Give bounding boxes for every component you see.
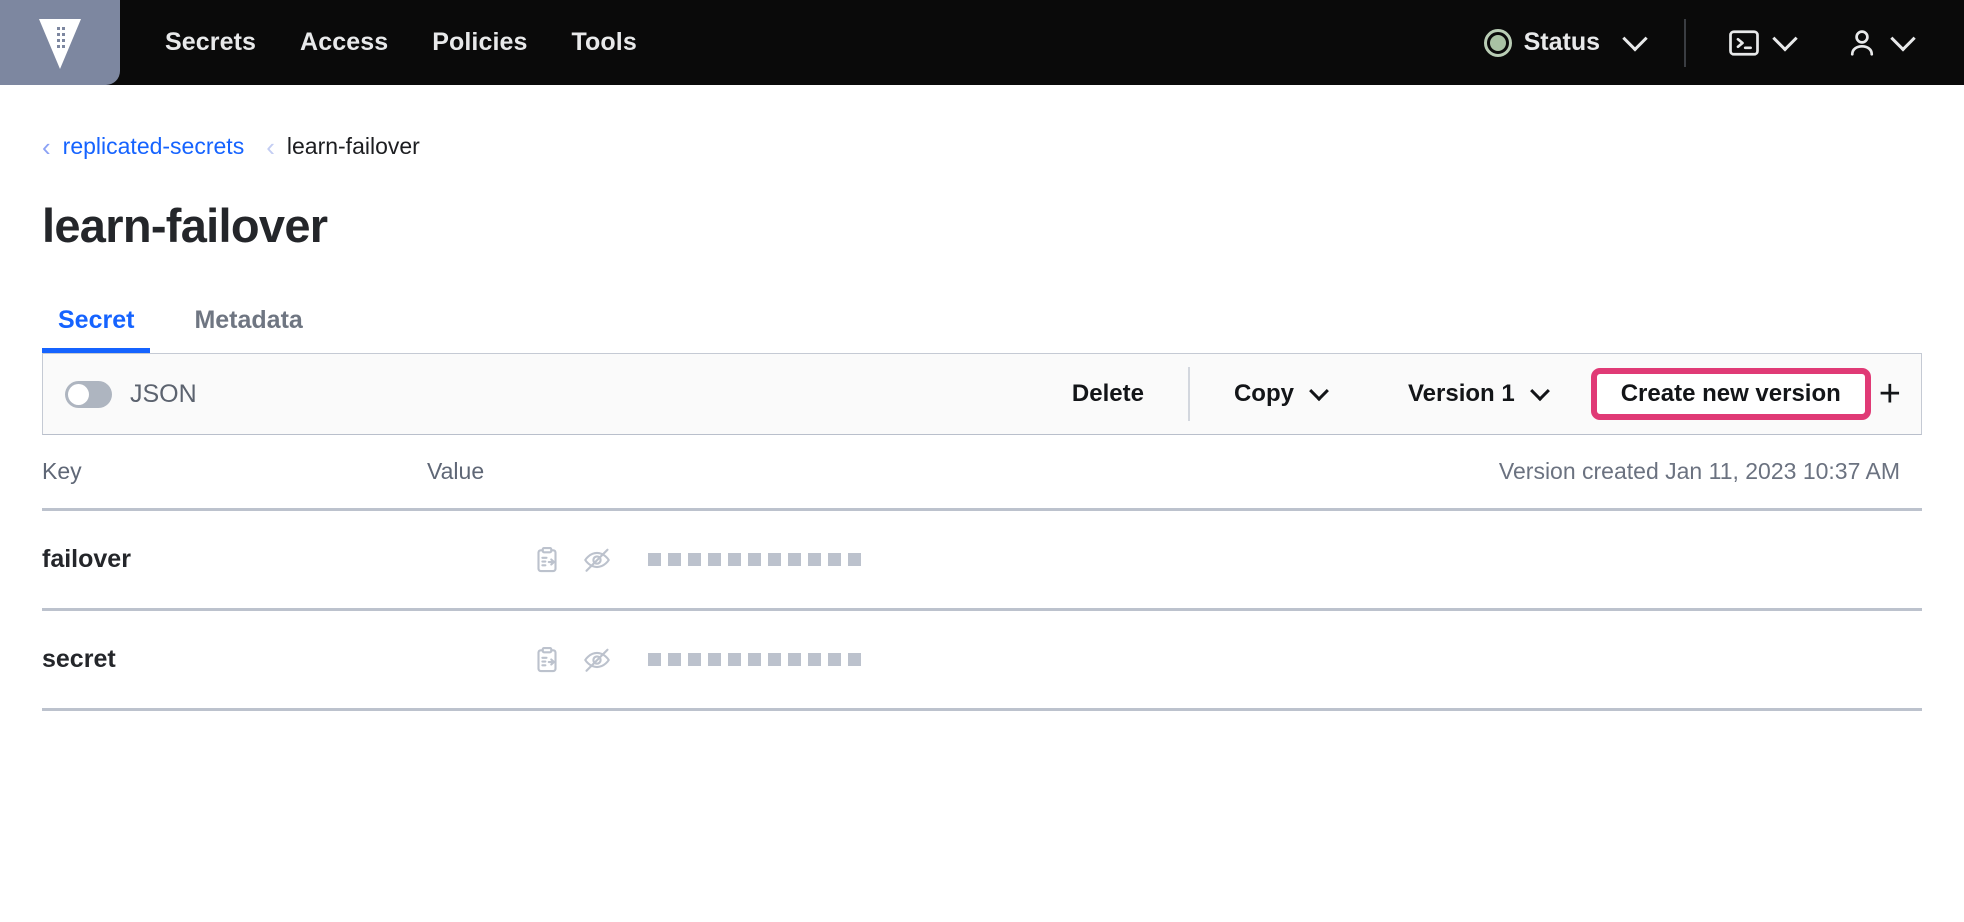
table-header-row: Key Value Version created Jan 11, 2023 1… <box>42 435 1922 511</box>
tab-bar: Secret Metadata <box>42 293 1922 353</box>
breadcrumb-link-replicated-secrets[interactable]: replicated-secrets <box>63 133 245 160</box>
create-new-version-highlight: Create new version <box>1591 368 1871 420</box>
terminal-icon <box>1726 25 1762 61</box>
eye-off-icon[interactable] <box>582 645 612 675</box>
status-indicator-icon <box>1484 29 1512 57</box>
chevron-down-icon <box>1309 381 1329 401</box>
console-toggle-button[interactable] <box>1722 21 1798 65</box>
create-new-version-button[interactable]: Create new version <box>1607 380 1855 408</box>
chevron-down-icon <box>1530 381 1550 401</box>
json-toggle-label: JSON <box>130 380 197 409</box>
table-row: secret <box>42 611 1922 711</box>
tab-secret[interactable]: Secret <box>42 306 150 353</box>
eye-off-icon[interactable] <box>582 545 612 575</box>
chevron-left-icon: ‹ <box>42 134 51 160</box>
chevron-down-icon <box>1622 26 1647 51</box>
vault-logo[interactable] <box>0 0 120 85</box>
masked-value <box>648 653 861 666</box>
column-header-value: Value <box>427 458 1499 485</box>
version-menu-button[interactable]: Version 1 <box>1390 380 1565 408</box>
page-title: learn-failover <box>42 198 1922 253</box>
table-row: failover <box>42 511 1922 611</box>
breadcrumb-item-parent[interactable]: ‹ replicated-secrets <box>42 133 244 160</box>
chevron-down-icon <box>1890 26 1915 51</box>
nav-link-secrets[interactable]: Secrets <box>165 28 256 57</box>
json-toggle[interactable]: JSON <box>65 380 197 409</box>
row-key-failover: failover <box>42 545 427 574</box>
nav-link-access[interactable]: Access <box>300 28 388 57</box>
page-content: ‹ replicated-secrets ‹ learn-failover le… <box>0 85 1964 711</box>
status-menu-button[interactable]: Status <box>1480 22 1648 63</box>
toolbar-actions: Delete Copy Version 1 Create new version… <box>1054 354 1901 434</box>
nav-link-policies[interactable]: Policies <box>432 28 527 57</box>
toolbar-separator <box>1188 367 1190 421</box>
nav-right-cluster: Status <box>1480 19 1964 67</box>
user-icon <box>1844 25 1880 61</box>
version-created-text: Version created Jan 11, 2023 10:37 AM <box>1499 458 1900 485</box>
top-navigation-bar: Secrets Access Policies Tools Status <box>0 0 1964 85</box>
row-value-cell <box>427 645 1922 675</box>
user-menu-button[interactable] <box>1840 21 1916 65</box>
copy-clipboard-icon[interactable] <box>532 545 562 575</box>
row-key-secret: secret <box>42 645 427 674</box>
primary-nav-links: Secrets Access Policies Tools <box>165 28 637 57</box>
delete-button[interactable]: Delete <box>1054 380 1162 408</box>
chevron-down-icon <box>1772 26 1797 51</box>
row-value-cell <box>427 545 1922 575</box>
nav-link-tools[interactable]: Tools <box>572 28 637 57</box>
chevron-left-icon: ‹ <box>266 134 275 160</box>
masked-value <box>648 553 861 566</box>
nav-divider <box>1684 19 1686 67</box>
breadcrumb: ‹ replicated-secrets ‹ learn-failover <box>42 85 1922 160</box>
plus-icon[interactable]: + <box>1879 375 1901 413</box>
column-header-key: Key <box>42 458 427 485</box>
copy-label: Copy <box>1234 380 1294 408</box>
secret-toolbar: JSON Delete Copy Version 1 Create new ve… <box>42 353 1922 435</box>
toggle-switch-icon[interactable] <box>65 381 112 408</box>
version-label: Version 1 <box>1408 380 1515 408</box>
copy-clipboard-icon[interactable] <box>532 645 562 675</box>
status-label: Status <box>1524 28 1600 57</box>
breadcrumb-item-current: ‹ learn-failover <box>266 133 420 160</box>
secret-key-value-table: Key Value Version created Jan 11, 2023 1… <box>42 435 1922 711</box>
tab-metadata[interactable]: Metadata <box>178 306 318 353</box>
breadcrumb-current-label: learn-failover <box>287 133 420 160</box>
copy-menu-button[interactable]: Copy <box>1216 380 1344 408</box>
